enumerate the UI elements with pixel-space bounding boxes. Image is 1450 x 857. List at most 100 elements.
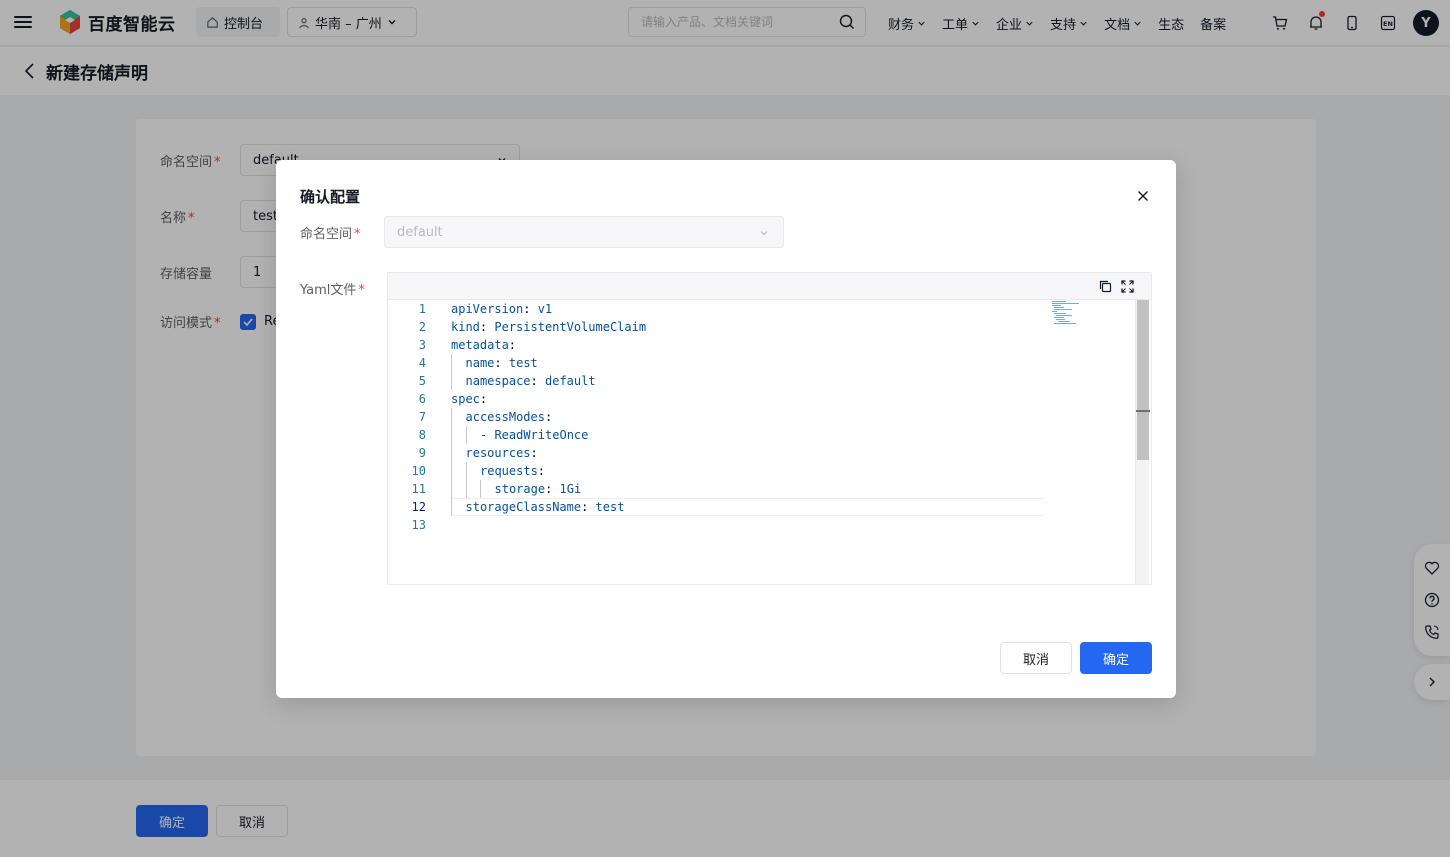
yaml-key: storageClassName [465, 500, 582, 514]
copy-icon[interactable] [1099, 280, 1112, 293]
minimap-line [1052, 305, 1061, 306]
line-number: 12 [411, 500, 426, 514]
code-line: 6 spec: [388, 390, 1136, 408]
indent-guide [451, 462, 452, 480]
modal-yaml-label: Yaml文件 * [300, 283, 365, 298]
modal-cancel-button[interactable]: 取消 [1000, 642, 1072, 674]
modal-namespace-label: 命名空间 * [300, 227, 361, 242]
yaml-colon: : [508, 338, 517, 352]
line-number: 8 [418, 428, 426, 442]
code-text: storage: 1Gi [495, 480, 582, 498]
chevron-down-icon [760, 231, 768, 236]
code-text: requests: [480, 462, 545, 480]
yaml-value: test [588, 500, 625, 514]
code-line: 12 storageClassName: test [388, 498, 1136, 516]
minimap-line [1054, 317, 1064, 318]
yaml-key: storage [494, 482, 546, 496]
modal-title: 确认配置 [300, 188, 361, 206]
code-line: 11 storage: 1Gi [388, 480, 1136, 498]
yaml-editor[interactable]: 1 apiVersion: v1 2 kind: PersistentVolumeCl… [387, 272, 1152, 585]
code-text: metadata: [451, 336, 516, 354]
code-line: 2 kind: PersistentVolumeClaim [388, 318, 1136, 336]
yaml-key: requests [480, 464, 538, 478]
yaml-key: accessModes [465, 410, 545, 424]
minimap-line [1054, 323, 1076, 324]
indent-guide [465, 426, 467, 444]
line-number: 9 [418, 446, 426, 460]
code-text: - ReadWriteOnce [480, 426, 588, 444]
line-number: 2 [418, 320, 426, 334]
line-number: 3 [418, 338, 426, 352]
indent-guide [451, 426, 452, 444]
yaml-colon: : [479, 392, 488, 406]
close-icon[interactable] [1136, 189, 1150, 203]
code-line: 3 metadata: [388, 336, 1136, 354]
modal-confirm-button[interactable]: 确定 [1080, 642, 1152, 674]
code-text: namespace: default [466, 372, 596, 390]
minimap-line [1058, 321, 1070, 322]
minimap-line [1052, 311, 1057, 312]
code-line: 9 resources: [388, 444, 1136, 462]
code-line: 10 requests: [388, 462, 1136, 480]
indent-guide [480, 480, 481, 498]
yaml-key: metadata [451, 338, 509, 352]
modal-namespace-select: default [384, 216, 784, 248]
yaml-key: apiVersion [451, 302, 524, 316]
code-line: 5 namespace: default [388, 372, 1136, 390]
indent-guide [465, 462, 467, 480]
code-text: kind: PersistentVolumeClaim [451, 318, 646, 336]
code-text: accessModes: [466, 408, 553, 426]
line-number: 10 [411, 464, 426, 478]
line-number: 13 [411, 518, 426, 532]
yaml-value: PersistentVolumeClaim [487, 320, 647, 334]
minimap-line [1054, 309, 1072, 310]
yaml-colon: : [544, 410, 553, 424]
scrollbar-thumb[interactable] [1137, 300, 1149, 460]
yaml-key: namespace [465, 374, 531, 388]
yaml-value: test [501, 356, 538, 370]
code-line: 8 - ReadWriteOnce [388, 426, 1136, 444]
code-text: name: test [466, 354, 538, 372]
line-number: 6 [418, 392, 426, 406]
indent-guide [451, 408, 452, 426]
minimap-line [1056, 319, 1065, 320]
minimap-line [1056, 315, 1072, 316]
line-number: 5 [418, 374, 426, 388]
code-line: 4 name: test [388, 354, 1136, 372]
line-number: 7 [418, 410, 426, 424]
modal-namespace-value: default [397, 224, 443, 240]
code-text: resources: [466, 444, 538, 462]
line-number: 4 [418, 356, 426, 370]
code-text: storageClassName: test [466, 498, 625, 516]
editor-minimap[interactable] [1052, 300, 1082, 330]
code-area[interactable]: 1 apiVersion: v1 2 kind: PersistentVolumeCl… [388, 300, 1136, 584]
yaml-key: name [465, 356, 495, 370]
yaml-colon: : [494, 356, 502, 370]
yaml-value: - ReadWriteOnce [480, 428, 589, 442]
code-line: 1 apiVersion: v1 [388, 300, 1136, 318]
yaml-value: default [537, 374, 596, 388]
indent-guide [465, 480, 467, 498]
fullscreen-icon[interactable] [1121, 280, 1134, 293]
yaml-key: kind [451, 320, 480, 334]
editor-toolbar [388, 273, 1151, 300]
line-number: 11 [411, 482, 426, 496]
minimap-line [1052, 301, 1066, 302]
indent-guide [451, 354, 452, 372]
code-line: 7 accessModes: [388, 408, 1136, 426]
yaml-colon: : [530, 446, 538, 460]
yaml-value: 1Gi [552, 482, 582, 496]
indent-guide [451, 372, 452, 390]
indent-guide [451, 480, 452, 498]
indent-guide [451, 444, 452, 462]
yaml-key: spec [451, 392, 480, 406]
minimap-line [1054, 307, 1064, 308]
code-line: 13 [388, 516, 1136, 534]
yaml-key: resources [465, 446, 531, 460]
editor-scrollbar[interactable] [1135, 300, 1150, 584]
yaml-value: v1 [530, 302, 553, 316]
minimap-line [1052, 303, 1079, 304]
confirm-config-modal: 确认配置 命名空间 * default Yaml文件 * 1 apiVersion: … [276, 160, 1176, 698]
yaml-colon: : [530, 374, 538, 388]
line-number: 1 [418, 302, 426, 316]
